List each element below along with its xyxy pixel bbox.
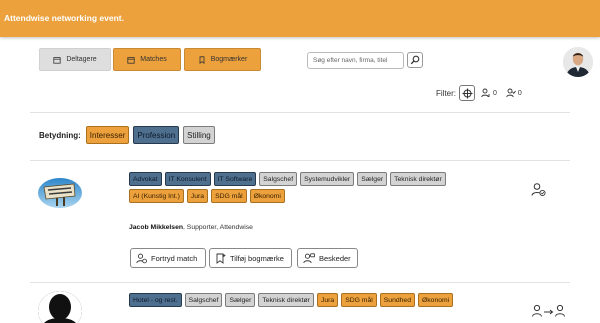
add-bookmark-label: Tilføj bogmærke bbox=[230, 253, 284, 263]
legend: Betydning: Interesser Profession Stillin… bbox=[39, 126, 215, 144]
divider bbox=[30, 160, 570, 161]
legend-interests: Interesser bbox=[85, 126, 130, 144]
bookmarks-label: Bogmærker bbox=[210, 56, 248, 63]
bookmarks-button[interactable]: Bogmærker bbox=[184, 48, 261, 71]
filter-target-button[interactable] bbox=[459, 85, 475, 101]
tag-position: Salgschef bbox=[259, 172, 298, 186]
tag-list: Hotel - og rest. Salgschef Sælger Teknis… bbox=[129, 293, 489, 307]
filter-count-a: 0 bbox=[493, 89, 497, 97]
divider bbox=[30, 112, 570, 113]
tag-interest: Økonomi bbox=[417, 293, 454, 307]
tag-interest: SDG mål bbox=[211, 189, 247, 203]
tag-interest: SDG mål bbox=[341, 293, 377, 307]
tag-interest: Sundhed bbox=[379, 293, 415, 307]
tag-position: Salgschef bbox=[184, 293, 223, 307]
undo-match-button[interactable]: Fortryd match bbox=[130, 248, 206, 268]
tag-interest: AI (Kunstig Int.) bbox=[129, 189, 184, 203]
search-input[interactable] bbox=[307, 52, 404, 69]
tag-profession: IT Software bbox=[213, 172, 257, 186]
tag-position: Teknisk direktør bbox=[258, 293, 314, 307]
person-role: , Supporter, Attendwise bbox=[183, 224, 253, 231]
filter-bar: Filter: 0 0 bbox=[436, 85, 531, 101]
user-check-icon bbox=[506, 88, 516, 98]
filter-label: Filter: bbox=[436, 88, 456, 98]
tag-position: Systemudvikler bbox=[300, 172, 355, 186]
messages-label: Beskeder bbox=[319, 253, 351, 263]
tag-position: Teknisk direktør bbox=[390, 172, 446, 186]
calendar-icon bbox=[53, 56, 61, 64]
matches-button[interactable]: Matches bbox=[113, 48, 181, 71]
tag-interest: Økonomi bbox=[249, 189, 285, 203]
user-avatar[interactable] bbox=[563, 47, 593, 77]
tag-profession: IT Konsulent bbox=[164, 172, 211, 186]
crosshair-icon bbox=[462, 88, 472, 98]
filter-users-count[interactable]: 0 bbox=[481, 88, 497, 98]
user-remove-icon bbox=[136, 253, 147, 263]
add-bookmark-button[interactable]: Tilføj bogmærke bbox=[209, 248, 292, 268]
user-icon bbox=[481, 88, 490, 98]
calendar-icon bbox=[127, 56, 135, 64]
pending-match-icon[interactable] bbox=[531, 304, 567, 323]
filter-matches-count[interactable]: 0 bbox=[506, 88, 522, 98]
participants-button[interactable]: Deltagere bbox=[39, 48, 111, 71]
tag-profession: Advokat bbox=[129, 172, 162, 186]
user-chat-icon bbox=[303, 252, 315, 263]
bookmark-plus-icon bbox=[216, 253, 226, 264]
legend-profession: Profession bbox=[133, 126, 180, 144]
tag-position: Sælger bbox=[225, 293, 256, 307]
tag-profession: Hotel - og rest. bbox=[129, 293, 182, 307]
search-icon bbox=[410, 55, 420, 65]
matches-label: Matches bbox=[140, 56, 167, 63]
event-title: Attendwise networking event. bbox=[4, 13, 124, 23]
divider bbox=[30, 282, 570, 283]
matched-user-icon[interactable] bbox=[531, 182, 546, 202]
messages-button[interactable]: Beskeder bbox=[297, 248, 358, 268]
company-logo bbox=[38, 178, 82, 208]
tag-list: Advokat IT Konsulent IT Software Salgsch… bbox=[129, 172, 469, 203]
undo-match-label: Fortryd match bbox=[151, 253, 198, 263]
tag-interest: Jura bbox=[316, 293, 339, 307]
tag-interest: Jura bbox=[186, 189, 209, 203]
tag-position: Sælger bbox=[357, 172, 388, 186]
bookmark-icon bbox=[199, 55, 205, 64]
default-avatar bbox=[38, 291, 82, 323]
search-button[interactable] bbox=[407, 52, 423, 68]
person-fullname: Jacob Mikkelsen bbox=[129, 224, 184, 231]
legend-position: Stilling bbox=[183, 126, 215, 144]
profile-photo bbox=[563, 47, 593, 77]
top-bar: Attendwise networking event. bbox=[0, 0, 600, 37]
person-name: Jacob Mikkelsen, Supporter, Attendwise bbox=[129, 224, 253, 231]
filter-count-b: 0 bbox=[517, 89, 522, 97]
legend-label: Betydning: bbox=[39, 130, 81, 140]
participants-label: Deltagere bbox=[66, 56, 97, 63]
